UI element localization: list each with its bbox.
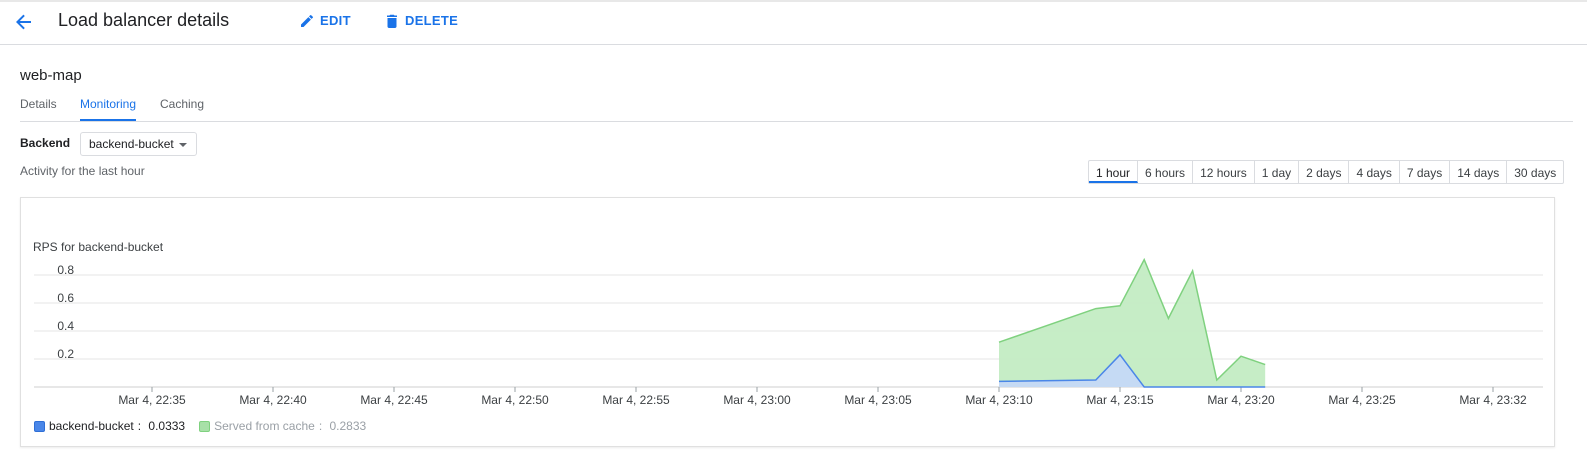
backend-select[interactable]: backend-bucket	[80, 132, 197, 156]
x-tick-label: Mar 4, 22:55	[602, 393, 670, 407]
y-tick-label: 0.4	[57, 319, 74, 333]
y-tick-label: 0.6	[57, 291, 74, 305]
header-shadow	[0, 0, 1587, 2]
legend-item-served-from-cache[interactable]: Served from cache: 0.2833	[199, 419, 366, 433]
time-range-selector: 1 hour 6 hours 12 hours 1 day 2 days 4 d…	[1088, 160, 1565, 184]
range-1-hour[interactable]: 1 hour	[1089, 161, 1139, 183]
rps-chart: 0.2 0.4 0.6 0.8 Mar 4, 22:35 Mar 4, 22:40 Mar …	[34, 257, 1543, 407]
legend-item-backend-bucket[interactable]: backend-bucket: 0.0333	[34, 419, 185, 433]
back-arrow-icon[interactable]	[14, 12, 34, 32]
x-tick-label: Mar 4, 23:00	[723, 393, 791, 407]
y-tick-label: 0.8	[57, 263, 74, 277]
x-tick-label: Mar 4, 23:05	[844, 393, 912, 407]
legend-label-backend-bucket: backend-bucket	[49, 419, 134, 433]
range-4-days[interactable]: 4 days	[1349, 161, 1400, 183]
x-tick-label: Mar 4, 22:50	[481, 393, 549, 407]
chart-legend: backend-bucket: 0.0333 Served from cache…	[34, 419, 366, 433]
legend-swatch-blue	[34, 420, 45, 432]
x-tick-label: Mar 4, 23:32	[1459, 393, 1527, 407]
page-title: Load balancer details	[58, 10, 230, 30]
y-tick-label: 0.2	[57, 347, 74, 361]
pencil-icon	[301, 14, 313, 27]
x-tick-label: Mar 4, 22:35	[118, 393, 186, 407]
activity-caption: Activity for the last hour	[20, 164, 145, 178]
x-tick-label: Mar 4, 23:20	[1207, 393, 1275, 407]
range-6-hours[interactable]: 6 hours	[1138, 161, 1194, 183]
resource-name: web-map	[20, 67, 82, 84]
delete-label: DELETE	[405, 13, 459, 28]
range-2-days[interactable]: 2 days	[1299, 161, 1350, 183]
backend-label: Backend	[20, 136, 71, 150]
range-1-day[interactable]: 1 day	[1255, 161, 1300, 183]
legend-label-served-from-cache: Served from cache	[214, 419, 315, 433]
backend-select-value: backend-bucket	[89, 137, 174, 151]
tab-monitoring[interactable]: Monitoring	[80, 97, 137, 121]
tab-details[interactable]: Details	[20, 97, 57, 121]
range-30-days[interactable]: 30 days	[1507, 161, 1563, 183]
x-tick-label: Mar 4, 23:15	[1086, 393, 1154, 407]
tab-caching[interactable]: Caching	[160, 97, 204, 121]
range-7-days[interactable]: 7 days	[1400, 161, 1451, 183]
x-tick-label: Mar 4, 23:25	[1328, 393, 1396, 407]
x-tick-label: Mar 4, 22:40	[239, 393, 307, 407]
legend-swatch-green	[199, 420, 211, 432]
dropdown-caret-icon	[179, 143, 187, 147]
delete-button[interactable]: DELETE	[385, 13, 458, 28]
x-tick-label: Mar 4, 22:45	[360, 393, 428, 407]
page-header: Load balancer details EDIT DELETE	[0, 0, 1587, 45]
range-12-hours[interactable]: 12 hours	[1193, 161, 1255, 183]
legend-value-backend-bucket: 0.0333	[148, 419, 186, 433]
trash-icon	[387, 14, 397, 28]
edit-label: EDIT	[320, 13, 351, 28]
legend-value-served-from-cache: 0.2833	[329, 419, 367, 433]
series-area-1	[999, 259, 1266, 387]
x-tick-label: Mar 4, 23:10	[965, 393, 1033, 407]
range-14-days[interactable]: 14 days	[1450, 161, 1508, 183]
tab-bar: Details Monitoring Caching	[20, 97, 1573, 122]
edit-button[interactable]: EDIT	[300, 13, 351, 28]
chart-card: RPS for backend-bucket 0.2 0.4 0.6 0.8 Mar 4…	[20, 197, 1555, 447]
